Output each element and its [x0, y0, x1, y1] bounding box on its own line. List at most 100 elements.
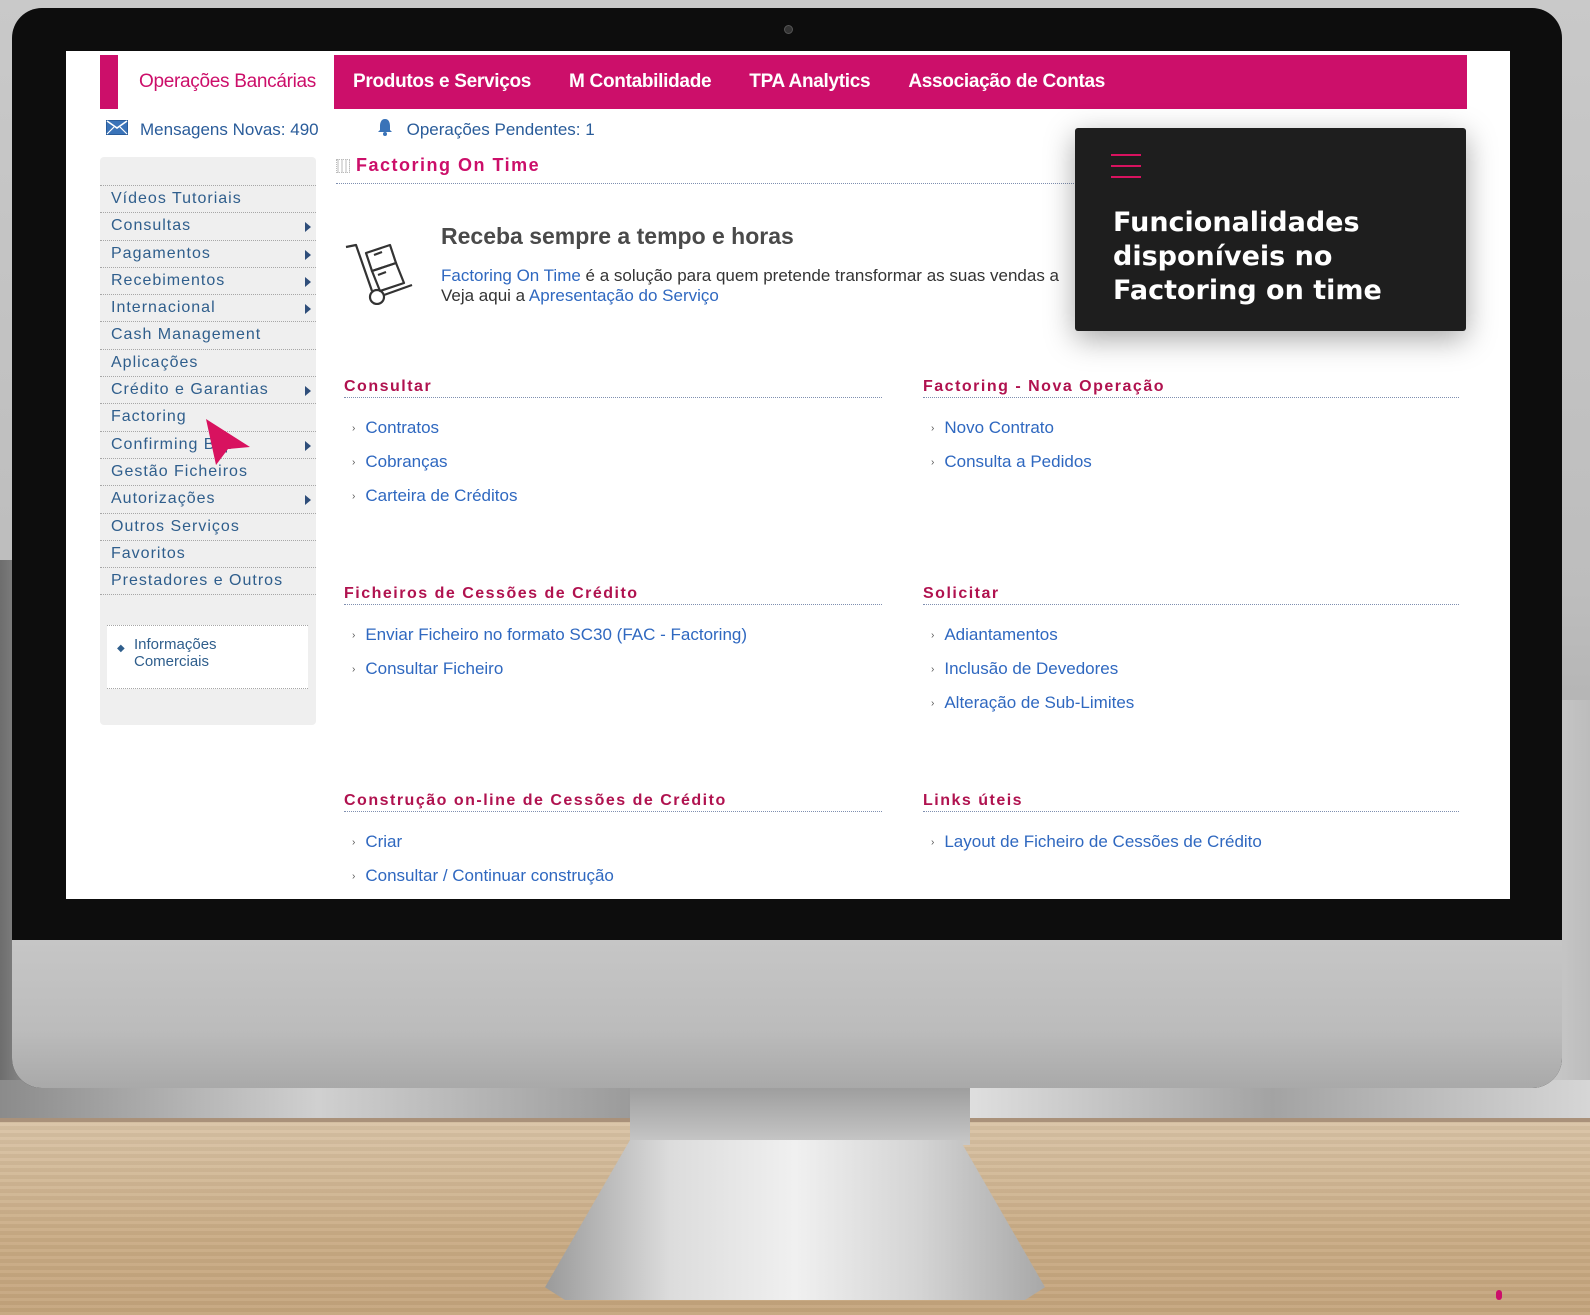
page-title: Factoring On Time [336, 155, 540, 176]
sidebar-item-label: Internacional [111, 299, 216, 317]
sidebar-item-label: Crédito e Garantias [111, 381, 269, 399]
info-comercial-box: ◆ Informações Comerciais [107, 625, 308, 689]
link-label: Criar [365, 832, 403, 851]
sidebar-item-label: Outros Serviços [111, 517, 240, 535]
sidebar-item-recebimentos[interactable]: Recebimentos [100, 268, 316, 296]
section-ficheiros-cessoes: Ficheiros de Cessões de Crédito › Enviar … [344, 585, 882, 678]
link-layout-ficheiro[interactable]: › Layout de Ficheiro de Cessões de Crédit… [931, 832, 1459, 851]
sidebar-item-label: Favoritos [111, 544, 186, 562]
tab-produtos-servicos[interactable]: Produtos e Serviços [334, 71, 550, 93]
section-title: Links úteis [923, 792, 1459, 812]
menu-icon [1111, 154, 1141, 187]
page-title-text: Factoring On Time [356, 155, 541, 175]
submenu-arrow-icon [305, 304, 311, 315]
sidebar-item-label: Autorizações [111, 490, 216, 508]
link-label: Inclusão de Devedores [944, 659, 1119, 678]
pending-operations-link[interactable]: Operações Pendentes: 1 [375, 117, 595, 142]
sidebar-item-label: Cash Management [111, 326, 262, 344]
bullet-icon: › [931, 456, 935, 468]
link-label: Novo Contrato [944, 418, 1054, 437]
bullet-icon: › [352, 456, 356, 468]
service-presentation-link[interactable]: Apresentação do Serviço [529, 286, 719, 305]
link-label: Layout de Ficheiro de Cessões de Crédito [944, 832, 1262, 851]
sidebar-item-aplicacoes[interactable]: Aplicações [100, 350, 316, 378]
brand-mark [1496, 1290, 1502, 1300]
section-consultar: Consultar › Contratos › Cobranças › Carteir… [344, 378, 882, 505]
hero-title: Receba sempre a tempo e horas [441, 223, 794, 249]
sidebar-item-label: Aplicações [111, 353, 199, 371]
sidebar-item-credito-garantias[interactable]: Crédito e Garantias [100, 377, 316, 405]
link-label: Enviar Ficheiro no formato SC30 (FAC - F… [365, 625, 748, 644]
mail-icon [106, 119, 128, 140]
link-label: Cobranças [365, 452, 448, 471]
status-bar: Mensagens Novas: 490 Operações Pendentes… [106, 117, 595, 142]
bullet-icon: ◆ [117, 643, 125, 654]
section-title: Construção on-line de Cessões de Crédito [344, 792, 882, 812]
sidebar-item-label: Consultas [111, 217, 192, 235]
overlay-text: Funcionalidades disponíveis no Factoring… [1113, 206, 1382, 308]
link-consultar-ficheiro[interactable]: › Consultar Ficheiro [352, 659, 882, 678]
feature-overlay: Funcionalidades disponíveis no Factoring… [1075, 128, 1466, 331]
sidebar-item-internacional[interactable]: Internacional [100, 295, 316, 323]
monitor: Operações Bancárias Produtos e Serviços … [12, 8, 1562, 1088]
bullet-icon: › [931, 629, 935, 641]
info-line-1: Informações [134, 636, 217, 653]
submenu-arrow-icon [305, 249, 311, 260]
submenu-arrow-icon [305, 222, 311, 233]
hero-presentation-prefix: Veja aqui a [441, 286, 529, 305]
link-label: Consultar / Continuar construção [365, 866, 614, 885]
sidebar-item-pagamentos[interactable]: Pagamentos [100, 241, 316, 268]
link-contratos[interactable]: › Contratos [352, 418, 882, 437]
submenu-arrow-icon [305, 386, 311, 397]
sidebar-item-favoritos[interactable]: Favoritos [100, 541, 316, 569]
bullet-icon: › [352, 490, 356, 502]
sidebar-item-outros-servicos[interactable]: Outros Serviços [100, 514, 316, 541]
sidebar-menu: Vídeos Tutoriais Consultas Pagamentos Re… [100, 185, 316, 596]
link-label: Consulta a Pedidos [944, 452, 1092, 471]
link-criar[interactable]: › Criar [352, 832, 882, 851]
submenu-arrow-icon [305, 495, 311, 506]
sidebar-item-label: Recebimentos [111, 271, 226, 289]
tab-associacao-contas[interactable]: Associação de Contas [889, 71, 1124, 93]
title-square-icon [336, 158, 350, 173]
overlay-line-1: Funcionalidades [1113, 207, 1360, 238]
sidebar-item-label: Factoring [111, 408, 187, 426]
link-label: Consultar Ficheiro [365, 659, 504, 678]
bullet-icon: › [352, 629, 356, 641]
sidebar-item-autorizacoes[interactable]: Autorizações [100, 486, 316, 514]
messages-link[interactable]: Mensagens Novas: 490 [106, 119, 319, 140]
factoring-on-time-link[interactable]: Factoring On Time [441, 266, 581, 285]
section-links-uteis: Links úteis › Layout de Ficheiro de Cessõ… [923, 792, 1459, 851]
link-cobrancas[interactable]: › Cobranças [352, 452, 882, 471]
monitor-chin [12, 940, 1562, 1088]
link-carteira-creditos[interactable]: › Carteira de Créditos [352, 486, 882, 505]
bullet-icon: › [931, 663, 935, 675]
tab-operacoes-bancarias[interactable]: Operações Bancárias [118, 55, 335, 109]
link-adiantamentos[interactable]: › Adiantamentos [931, 625, 1459, 644]
link-novo-contrato[interactable]: › Novo Contrato [931, 418, 1459, 437]
tab-tpa-analytics[interactable]: TPA Analytics [730, 71, 889, 93]
info-comercial-link[interactable]: Informações Comerciais [134, 636, 217, 670]
bullet-icon: › [352, 663, 356, 675]
sidebar-item-cash-management[interactable]: Cash Management [100, 322, 316, 350]
pending-operations-count: Operações Pendentes: 1 [406, 119, 595, 139]
section-title: Consultar [344, 378, 882, 398]
link-label: Adiantamentos [944, 625, 1058, 644]
section-title: Solicitar [923, 585, 1459, 605]
sidebar-item-consultas[interactable]: Consultas [100, 213, 316, 241]
link-alteracao-sub-limites[interactable]: › Alteração de Sub-Limites [931, 693, 1459, 712]
sidebar-item-prestadores-outros[interactable]: Prestadores e Outros [100, 568, 316, 596]
link-consulta-pedidos[interactable]: › Consulta a Pedidos [931, 452, 1459, 471]
bullet-icon: › [931, 422, 935, 434]
monitor-stand-foot [545, 1140, 1045, 1300]
sidebar-item-label: Vídeos Tutoriais [111, 190, 242, 207]
monitor-stand-neck [630, 1085, 970, 1145]
link-enviar-ficheiro[interactable]: › Enviar Ficheiro no formato SC30 (FAC - … [352, 625, 882, 644]
section-construcao-online: Construção on-line de Cessões de Crédito… [344, 792, 882, 885]
link-inclusao-devedores[interactable]: › Inclusão de Devedores [931, 659, 1459, 678]
link-label: Alteração de Sub-Limites [944, 693, 1135, 712]
sidebar-item-videos-tutoriais[interactable]: Vídeos Tutoriais [100, 186, 316, 214]
link-consultar-continuar[interactable]: › Consultar / Continuar construção [352, 866, 882, 885]
tab-m-contabilidade[interactable]: M Contabilidade [550, 71, 730, 93]
info-line-2: Comerciais [134, 653, 210, 670]
